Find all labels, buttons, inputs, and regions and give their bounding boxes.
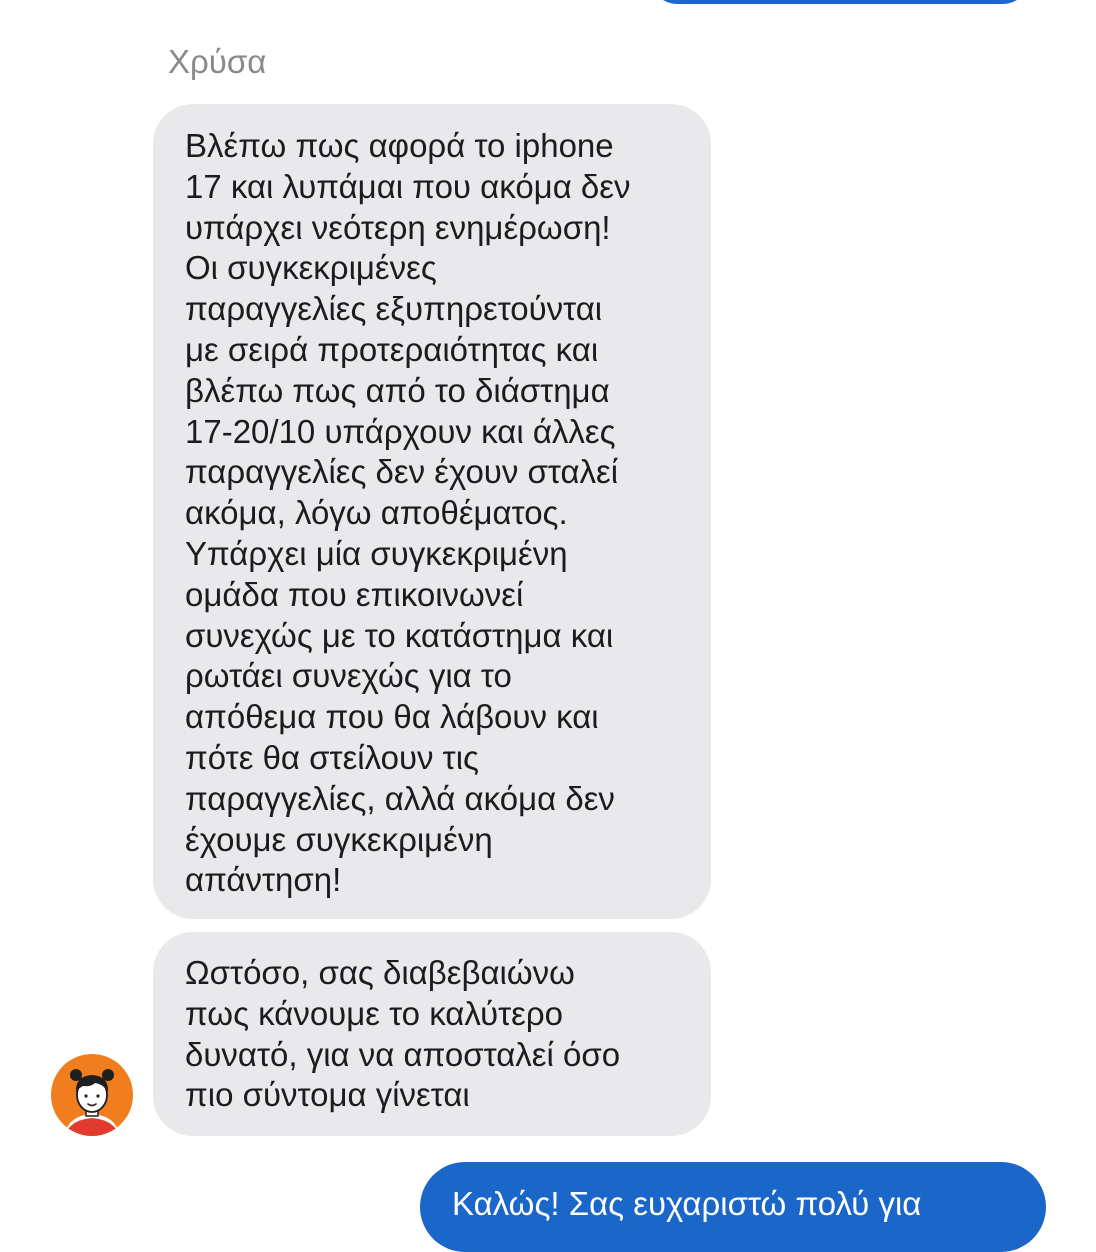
incoming-message-bubble[interactable]: Βλέπω πως αφορά το iphone 17 και λυπάμαι… bbox=[153, 104, 711, 919]
incoming-message-bubble[interactable]: Ωστόσο, σας διαβεβαιώνω πως κάνουμε το κ… bbox=[153, 932, 711, 1136]
agent-name: Χρύσα bbox=[168, 43, 267, 80]
avatar-graphic bbox=[51, 1054, 133, 1136]
girl-avatar-icon[interactable] bbox=[51, 1054, 133, 1136]
outgoing-message-bubble[interactable]: Καλώς! Σας ευχαριστώ πολύ για bbox=[420, 1162, 1046, 1252]
previous-outgoing-message-bubble[interactable] bbox=[648, 0, 1032, 4]
